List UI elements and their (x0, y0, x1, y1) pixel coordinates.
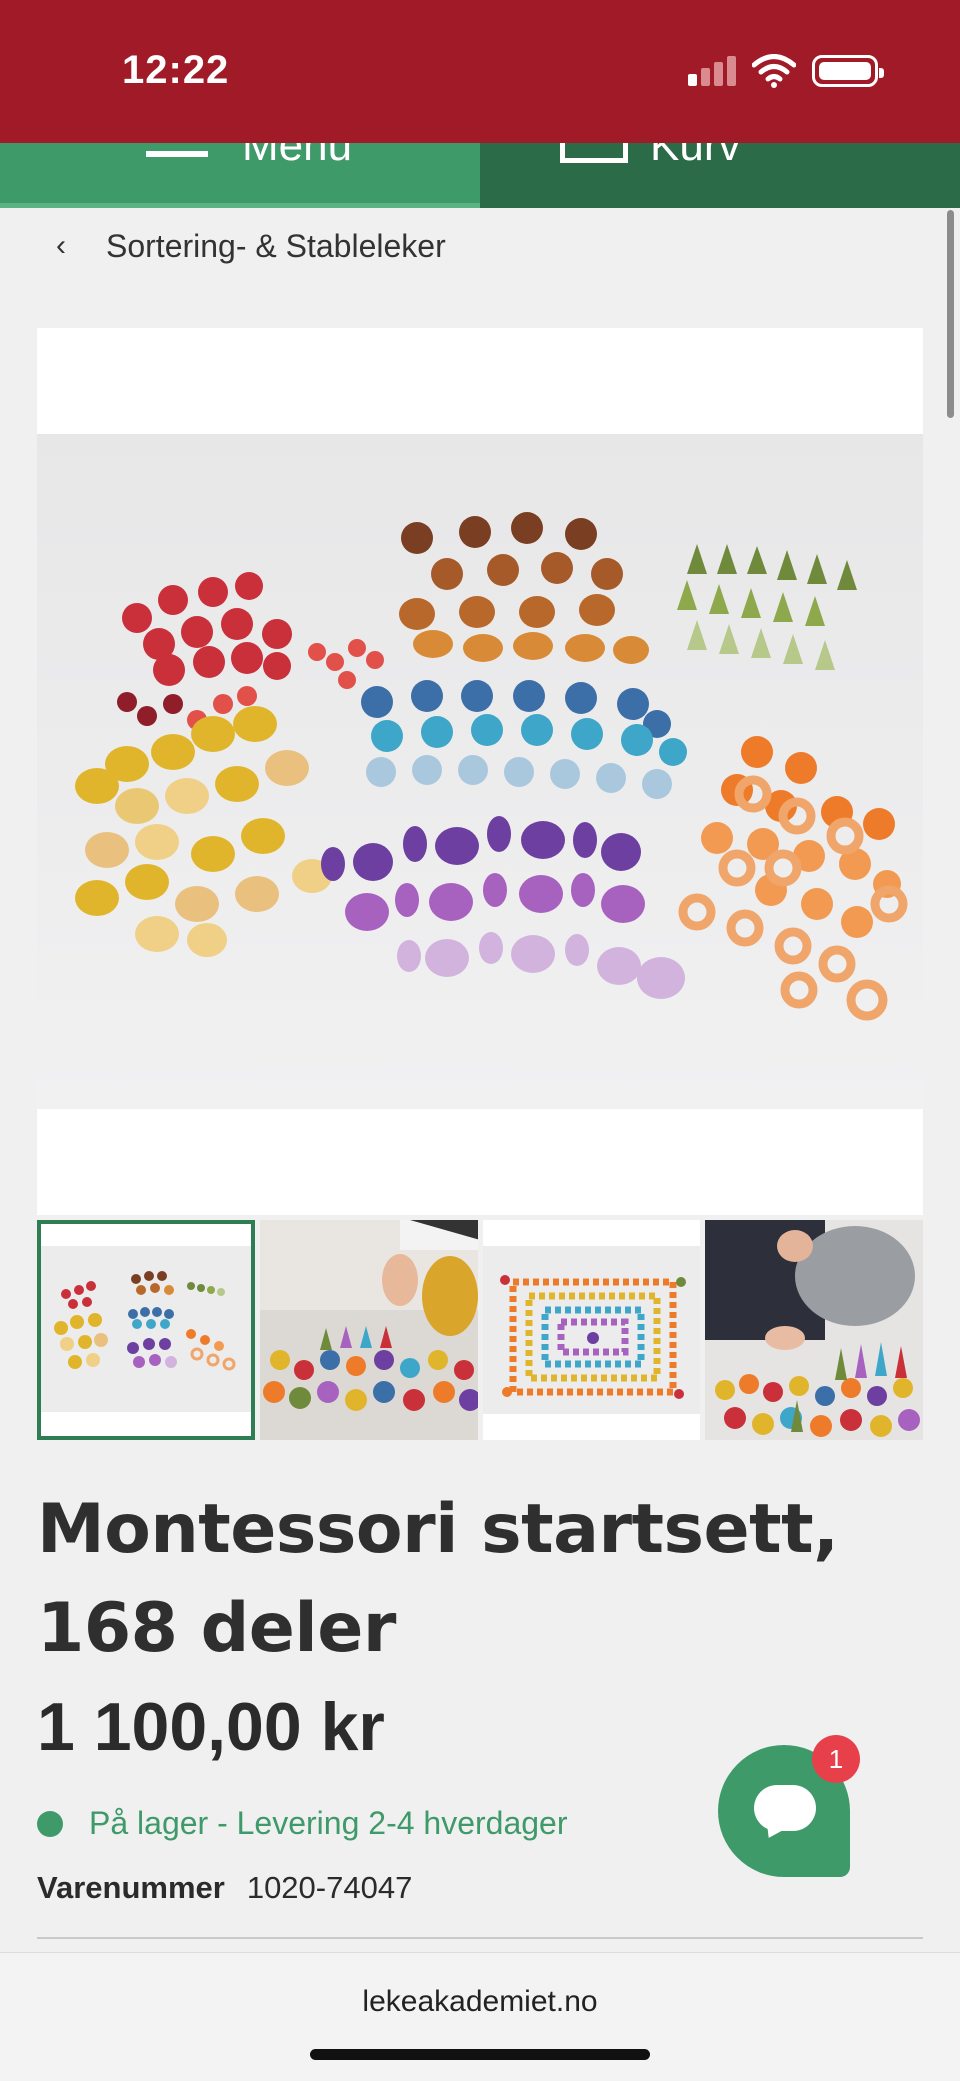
cart-label: Kurv (650, 143, 741, 170)
url-text: lekeakademiet.no (362, 1985, 598, 2018)
product-main-image[interactable] (37, 328, 923, 1215)
thumbnail-1[interactable] (37, 1220, 255, 1440)
breadcrumb-label: Sortering- & Stableleker (106, 227, 446, 264)
thumbnail-4[interactable] (705, 1220, 924, 1440)
chat-notification-badge: 1 (812, 1735, 860, 1783)
menu-button[interactable]: Menu (0, 143, 480, 208)
product-photo (37, 434, 923, 1109)
thumbnail-2[interactable] (259, 1220, 478, 1440)
menu-label: Menu (242, 143, 353, 170)
cellular-signal-icon (688, 56, 738, 86)
breadcrumb[interactable]: ‹ Sortering- & Stableleker (56, 224, 446, 268)
status-time: 12:22 (122, 48, 230, 92)
battery-icon (812, 55, 884, 87)
thumbnail-strip (37, 1220, 924, 1440)
in-stock-dot-icon (37, 1810, 63, 1837)
wifi-icon (752, 54, 796, 88)
cart-button[interactable]: Kurv (480, 143, 960, 208)
chevron-left-icon: ‹ (56, 229, 66, 262)
browser-url-bar[interactable]: lekeakademiet.no (0, 1952, 960, 2081)
product-title: Montessori startsett, 168 deler (37, 1490, 839, 1668)
shopping-bag-icon (560, 143, 628, 163)
stock-text: På lager - Levering 2-4 hverdager (89, 1805, 568, 1841)
hamburger-icon (146, 143, 208, 157)
page-scrollbar[interactable] (947, 210, 954, 418)
stock-status: På lager - Levering 2-4 hverdager (37, 1805, 568, 1842)
sku-label: Varenummer (37, 1870, 225, 1905)
divider (37, 1937, 923, 1939)
top-nav: Menu Kurv (0, 143, 960, 208)
status-bar: 12:22 (0, 0, 960, 143)
sku-row: Varenummer 1020-74047 (37, 1870, 412, 1906)
product-price: 1 100,00 kr (37, 1689, 385, 1765)
home-indicator[interactable] (310, 2049, 650, 2060)
thumbnail-3[interactable] (482, 1220, 701, 1440)
sku-value: 1020-74047 (246, 1870, 413, 1905)
